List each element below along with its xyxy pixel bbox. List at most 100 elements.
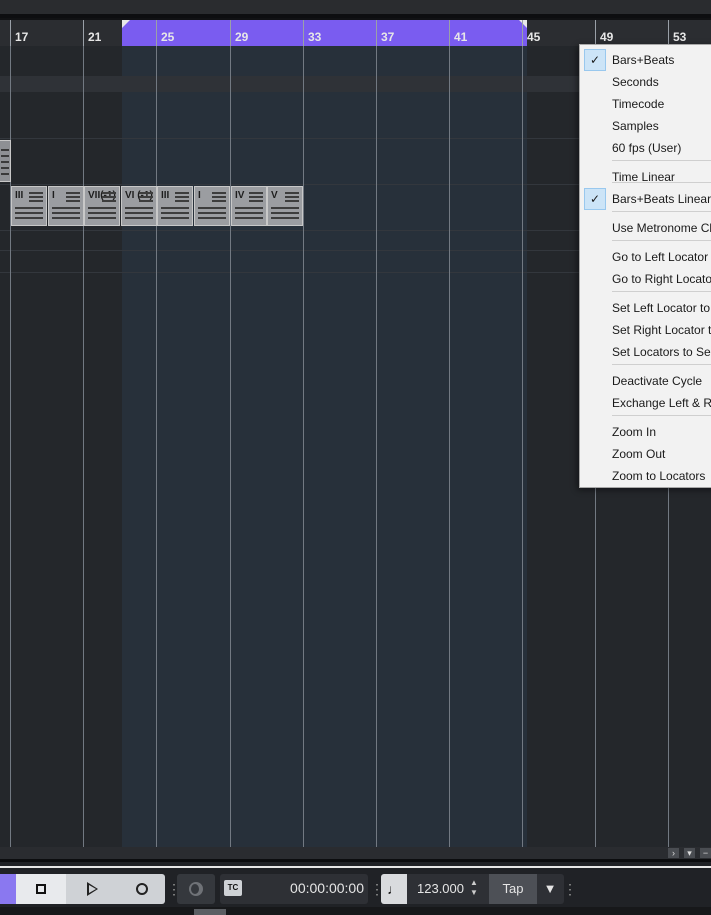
grip-handle-icon[interactable] bbox=[370, 882, 373, 896]
track-divider bbox=[0, 272, 580, 273]
menu-item[interactable]: Seconds bbox=[580, 71, 711, 93]
menu-item-label: 60 fps (User) bbox=[612, 141, 682, 155]
panel-resize-handle[interactable] bbox=[194, 909, 226, 915]
ruler-tick bbox=[10, 20, 11, 46]
bar-grid-line bbox=[83, 46, 84, 847]
tempo-spinner-icon[interactable]: ▲ ▼ bbox=[470, 878, 478, 898]
menu-item[interactable]: Zoom to Locators bbox=[580, 465, 711, 487]
ruler-bar-label: 49 bbox=[600, 30, 614, 44]
chord-event[interactable]: III bbox=[157, 186, 193, 226]
bar-grid-line bbox=[303, 46, 304, 847]
chord-label: IV bbox=[235, 190, 245, 201]
menu-item-label: Deactivate Cycle bbox=[612, 374, 703, 388]
scroll-down-icon[interactable]: ▾ bbox=[684, 848, 695, 858]
menu-item[interactable]: Set Left Locator to bbox=[580, 297, 711, 319]
menu-separator bbox=[612, 182, 711, 183]
sync-icon bbox=[189, 882, 203, 896]
chord-label: I bbox=[52, 190, 55, 201]
ruler-tick bbox=[595, 20, 596, 46]
menu-item[interactable]: 60 fps (User) bbox=[580, 137, 711, 159]
record-button[interactable] bbox=[117, 874, 167, 904]
track-divider bbox=[0, 138, 580, 139]
menu-separator bbox=[612, 364, 711, 365]
menu-item-label: Zoom In bbox=[612, 425, 657, 439]
menu-item-label: Zoom Out bbox=[612, 447, 666, 461]
grip-handle-icon[interactable] bbox=[563, 882, 566, 896]
menu-item[interactable]: Time Linear bbox=[580, 166, 711, 188]
chord-event[interactable]: I bbox=[194, 186, 230, 226]
chord-event[interactable]: VII(-1) bbox=[84, 186, 120, 226]
menu-item-label: Go to Left Locator bbox=[612, 250, 709, 264]
bar-grid-line bbox=[522, 46, 523, 847]
play-button[interactable] bbox=[67, 874, 117, 904]
grip-handle-icon[interactable] bbox=[167, 882, 170, 896]
window-top-bar bbox=[0, 0, 711, 14]
partial-event[interactable] bbox=[0, 140, 11, 182]
menu-item[interactable]: Deactivate Cycle bbox=[580, 370, 711, 392]
bar-grid-line bbox=[156, 46, 157, 847]
menu-item-label: Timecode bbox=[612, 97, 665, 111]
track-divider bbox=[0, 250, 580, 251]
stop-button[interactable] bbox=[16, 874, 66, 904]
menu-item[interactable]: Go to Right Locato bbox=[580, 268, 711, 290]
chord-label: III bbox=[15, 190, 24, 201]
bar-grid-line bbox=[376, 46, 377, 847]
ruler-bar-label: 17 bbox=[15, 30, 29, 44]
chord-event[interactable]: VI (-1) bbox=[121, 186, 157, 226]
menu-item-label: Go to Right Locato bbox=[612, 272, 711, 286]
tempo-track-icon[interactable]: ♩ bbox=[381, 874, 407, 904]
menu-item-label: Bars+Beats Linear bbox=[612, 192, 711, 206]
track-divider bbox=[0, 230, 580, 231]
menu-item-label: Set Locators to Sel bbox=[612, 345, 711, 359]
tempo-dropdown-icon[interactable]: ▼ bbox=[539, 874, 561, 904]
menu-item[interactable]: Use Metronome Cl bbox=[580, 217, 711, 239]
ruler-bar-label: 53 bbox=[673, 30, 687, 44]
record-icon bbox=[136, 883, 148, 895]
menu-item[interactable]: ✓ Bars+Beats bbox=[580, 49, 711, 71]
track-divider bbox=[0, 184, 580, 185]
chord-event[interactable]: IV bbox=[231, 186, 267, 226]
cycle-toggle[interactable] bbox=[0, 874, 16, 904]
menu-item-label: Exchange Left & Ri bbox=[612, 396, 711, 410]
ruler-tick bbox=[449, 20, 450, 46]
scroll-right-button[interactable]: › bbox=[668, 848, 679, 858]
zoom-out-icon[interactable]: − bbox=[700, 848, 711, 858]
menu-item[interactable]: Timecode bbox=[580, 93, 711, 115]
menu-separator bbox=[612, 291, 711, 292]
stop-icon bbox=[36, 884, 46, 894]
ruler-bar-label: 25 bbox=[161, 30, 175, 44]
ruler-tick bbox=[376, 20, 377, 46]
ruler-bar-label: 37 bbox=[381, 30, 395, 44]
bar-grid-line bbox=[449, 46, 450, 847]
tap-tempo-button[interactable]: Tap bbox=[489, 874, 537, 904]
ruler-tick bbox=[230, 20, 231, 46]
menu-item[interactable]: Exchange Left & Ri bbox=[580, 392, 711, 414]
menu-item[interactable]: Zoom Out bbox=[580, 443, 711, 465]
chord-label: III bbox=[161, 190, 170, 201]
ruler-context-menu: ✓ Bars+Beats Seconds Timecode Samples 60 fps … bbox=[579, 44, 711, 488]
checkmark-icon: ✓ bbox=[584, 49, 606, 71]
chord-event[interactable]: I bbox=[48, 186, 84, 226]
bar-grid-line bbox=[230, 46, 231, 847]
track-lane-band bbox=[0, 76, 580, 92]
timecode-format-icon[interactable]: TC bbox=[224, 880, 242, 896]
timecode-value: 00:00:00:00 bbox=[290, 880, 364, 896]
menu-item[interactable]: Zoom In bbox=[580, 421, 711, 443]
menu-separator bbox=[612, 160, 711, 161]
menu-item[interactable]: Samples bbox=[580, 115, 711, 137]
horizontal-scrollbar[interactable] bbox=[0, 847, 711, 859]
menu-item-label: Seconds bbox=[612, 75, 659, 89]
menu-item[interactable]: Set Right Locator t bbox=[580, 319, 711, 341]
menu-separator bbox=[612, 211, 711, 212]
menu-item[interactable]: Go to Left Locator bbox=[580, 246, 711, 268]
chord-event[interactable]: V bbox=[267, 186, 303, 226]
checkmark-icon: ✓ bbox=[584, 188, 606, 210]
chord-event[interactable]: III bbox=[11, 186, 47, 226]
chord-label: V bbox=[271, 190, 278, 201]
sync-button[interactable] bbox=[177, 874, 215, 904]
cycle-region-highlight bbox=[122, 46, 527, 847]
menu-item[interactable]: Set Locators to Sel bbox=[580, 341, 711, 363]
menu-item[interactable]: ✓ Bars+Beats Linear bbox=[580, 188, 711, 210]
tempo-value[interactable]: 123.000 bbox=[412, 881, 464, 896]
menu-item-label: Zoom to Locators bbox=[612, 469, 706, 483]
